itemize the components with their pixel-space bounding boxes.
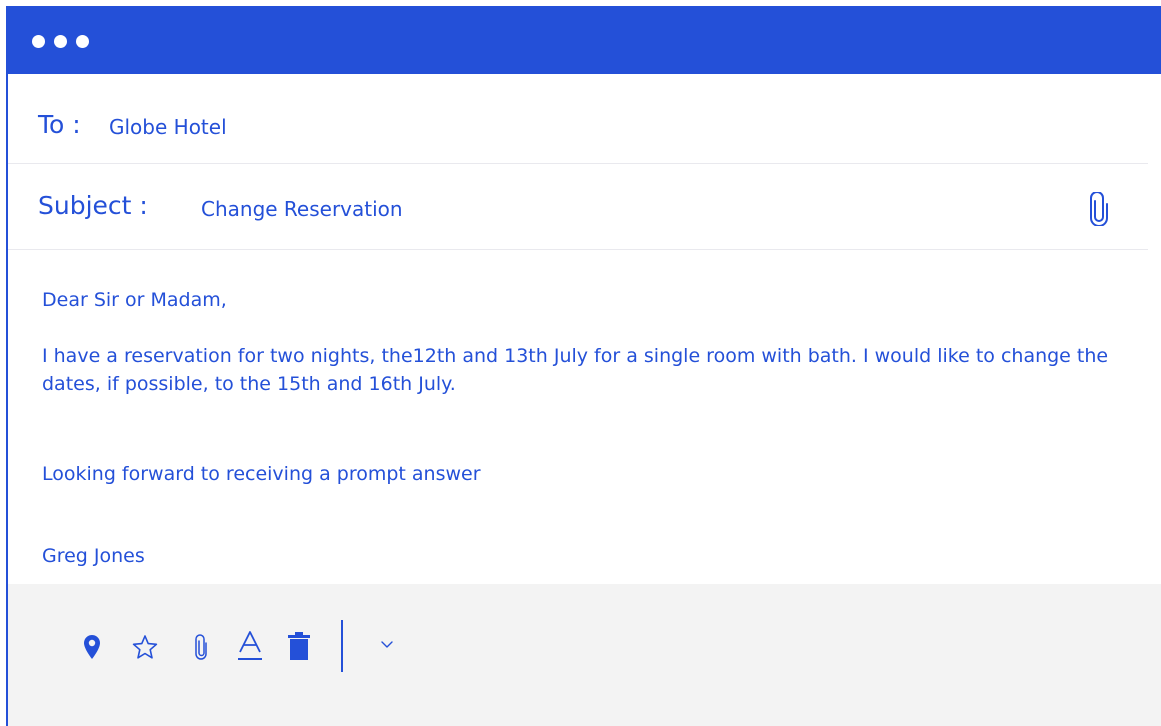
compose-toolbar [8,584,1161,726]
paperclip-icon[interactable] [194,634,208,660]
to-field-row[interactable]: To : Globe Hotel [8,74,1148,164]
text-format-icon[interactable] [236,630,264,662]
subject-label: Subject : [38,191,148,220]
window-control-dot[interactable] [54,35,67,48]
window-control-dot[interactable] [76,35,89,48]
title-bar [6,6,1161,74]
paperclip-icon[interactable] [1088,192,1110,226]
to-input[interactable]: Globe Hotel [109,115,227,139]
chevron-down-icon[interactable] [380,640,394,650]
star-icon[interactable] [132,634,158,660]
to-label: To : [38,110,81,139]
location-pin-icon[interactable] [83,634,101,660]
message-greeting: Dear Sir or Madam, [42,289,227,311]
window-controls [32,35,89,48]
message-closing: Looking forward to receiving a prompt an… [42,463,481,485]
subject-input[interactable]: Change Reservation [201,197,403,221]
subject-field-row[interactable]: Subject : Change Reservation [8,164,1148,250]
trash-icon[interactable] [288,632,310,660]
message-signature: Greg Jones [42,545,145,567]
toolbar-divider [341,620,343,672]
window-control-dot[interactable] [32,35,45,48]
email-compose-window: To : Globe Hotel Subject : Change Reserv… [6,6,1161,726]
message-paragraph: I have a reservation for two nights, the… [42,345,1109,395]
